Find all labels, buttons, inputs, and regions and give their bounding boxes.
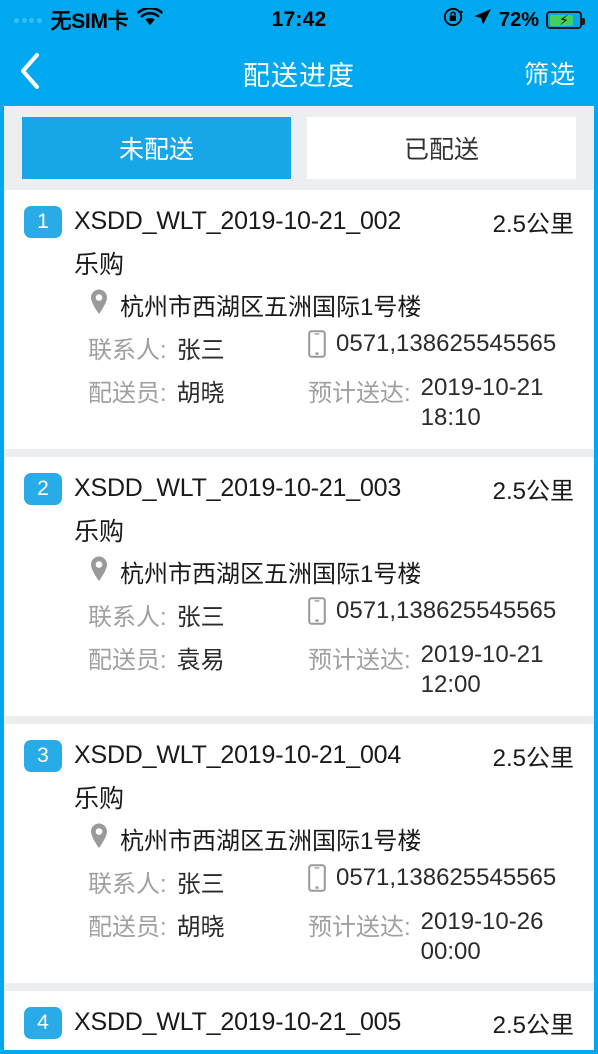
shop-name: 乐购 — [74, 785, 125, 813]
phone-field[interactable]: 0571,138625545565 — [308, 597, 574, 630]
order-distance: 2.5公里 — [492, 745, 574, 772]
order-card[interactable]: 4 XSDD_WLT_2019-10-21_005 2.5公里 乐购 杭州市西湖… — [4, 991, 594, 1050]
signal-dots-icon — [14, 17, 42, 23]
phone-field[interactable]: 0571,138625545565 — [308, 330, 574, 363]
order-index-badge: 3 — [24, 739, 62, 772]
courier-name: 袁易 — [176, 647, 225, 674]
eta-value: 2019-10-21 18:10 — [420, 374, 544, 431]
contact-label: 联系人: — [88, 604, 167, 631]
courier-field: 配送员: 胡晓 — [88, 907, 308, 942]
battery-percent-label: 72% — [498, 8, 539, 31]
order-index-badge: 2 — [24, 472, 62, 505]
shop-name: 乐购 — [74, 251, 125, 279]
address-row: 杭州市西湖区五洲国际1号楼 — [88, 821, 574, 856]
location-arrow-icon — [472, 7, 492, 33]
eta-field: 预计送达: 2019-10-21 18:10 — [308, 373, 574, 433]
order-address: 杭州市西湖区五洲国际1号楼 — [120, 294, 422, 321]
order-card[interactable]: 2 XSDD_WLT_2019-10-21_003 2.5公里 乐购 杭州市西湖… — [4, 457, 594, 716]
shop-name: 乐购 — [74, 518, 125, 546]
courier-row: 配送员: 胡晓 预计送达: 2019-10-26 00:00 — [88, 907, 574, 967]
tab-undelivered[interactable]: 未配送 — [22, 117, 291, 179]
order-number: XSDD_WLT_2019-10-21_002 — [74, 207, 402, 235]
courier-name: 胡晓 — [176, 914, 225, 941]
eta-label: 预计送达: — [308, 380, 411, 407]
mobile-phone-icon — [308, 864, 326, 897]
order-card-header: 4 XSDD_WLT_2019-10-21_005 2.5公里 — [24, 1005, 574, 1040]
order-distance: 2.5公里 — [492, 478, 574, 505]
order-address: 杭州市西湖区五洲国际1号楼 — [120, 828, 422, 855]
contact-field: 联系人: 张三 — [88, 864, 308, 899]
order-address: 杭州市西湖区五洲国际1号楼 — [120, 561, 422, 588]
page-title: 配送进度 — [243, 60, 355, 91]
order-card[interactable]: 3 XSDD_WLT_2019-10-21_004 2.5公里 乐购 杭州市西湖… — [4, 724, 594, 983]
order-number: XSDD_WLT_2019-10-21_004 — [74, 741, 402, 769]
status-bar-left: 无SIM卡 — [14, 5, 164, 35]
contact-field: 联系人: 张三 — [88, 597, 308, 632]
order-index-badge: 4 — [24, 1006, 62, 1039]
navigation-bar: 配送进度 筛选 — [0, 40, 598, 106]
order-card-header: 2 XSDD_WLT_2019-10-21_003 2.5公里 — [24, 471, 574, 506]
contact-label: 联系人: — [88, 871, 167, 898]
eta-field: 预计送达: 2019-10-26 00:00 — [308, 907, 574, 967]
order-number: XSDD_WLT_2019-10-21_005 — [74, 1008, 402, 1036]
courier-row: 配送员: 袁易 预计送达: 2019-10-21 12:00 — [88, 640, 574, 700]
contact-row: 联系人: 张三 0571,138625545565 — [88, 864, 574, 899]
order-list[interactable]: 1 XSDD_WLT_2019-10-21_002 2.5公里 乐购 杭州市西湖… — [4, 190, 594, 1050]
map-pin-icon — [88, 555, 110, 588]
courier-field: 配送员: 胡晓 — [88, 373, 308, 408]
contact-name: 张三 — [176, 604, 225, 631]
address-row: 杭州市西湖区五洲国际1号楼 — [88, 554, 574, 589]
shop-name: 乐购 — [74, 1046, 574, 1050]
order-index-badge: 1 — [24, 205, 62, 238]
courier-label: 配送员: — [88, 647, 167, 674]
contact-field: 联系人: 张三 — [88, 330, 308, 365]
courier-row: 配送员: 胡晓 预计送达: 2019-10-21 18:10 — [88, 373, 574, 433]
app-screen: 无SIM卡 17:42 72% ⚡ 配送进度 筛选 未配送 已配送 1 XSDD… — [0, 0, 598, 1054]
phone-field[interactable]: 0571,138625545565 — [308, 864, 574, 897]
rotation-lock-icon — [443, 6, 465, 34]
map-pin-icon — [88, 288, 110, 321]
contact-phone: 0571,138625545565 — [336, 597, 557, 624]
filter-button[interactable]: 筛选 — [524, 55, 576, 91]
mobile-phone-icon — [308, 597, 326, 630]
eta-value: 2019-10-26 00:00 — [420, 908, 544, 965]
order-card-header: 3 XSDD_WLT_2019-10-21_004 2.5公里 — [24, 738, 574, 773]
eta-field: 预计送达: 2019-10-21 12:00 — [308, 640, 574, 700]
order-number: XSDD_WLT_2019-10-21_003 — [74, 474, 402, 502]
mobile-phone-icon — [308, 330, 326, 363]
contact-phone: 0571,138625545565 — [336, 330, 557, 357]
tab-delivered[interactable]: 已配送 — [307, 117, 576, 179]
map-pin-icon — [88, 822, 110, 855]
courier-label: 配送员: — [88, 914, 167, 941]
contact-name: 张三 — [176, 871, 225, 898]
address-row: 杭州市西湖区五洲国际1号楼 — [88, 287, 574, 322]
battery-charging-icon: ⚡ — [546, 11, 585, 29]
wifi-icon — [137, 6, 164, 33]
order-card[interactable]: 1 XSDD_WLT_2019-10-21_002 2.5公里 乐购 杭州市西湖… — [4, 190, 594, 449]
eta-value: 2019-10-21 12:00 — [420, 641, 544, 698]
order-distance: 2.5公里 — [492, 1012, 574, 1039]
status-bar-right: 72% ⚡ — [443, 6, 585, 34]
eta-label: 预计送达: — [308, 647, 411, 674]
contact-row: 联系人: 张三 0571,138625545565 — [88, 330, 574, 365]
courier-label: 配送员: — [88, 380, 167, 407]
contact-name: 张三 — [176, 337, 225, 364]
status-bar: 无SIM卡 17:42 72% ⚡ — [0, 0, 598, 40]
chevron-left-icon — [18, 51, 42, 96]
courier-name: 胡晓 — [176, 380, 225, 407]
content-area: 未配送 已配送 1 XSDD_WLT_2019-10-21_002 2.5公里 … — [4, 106, 594, 1050]
back-button[interactable] — [18, 51, 58, 95]
contact-label: 联系人: — [88, 337, 167, 364]
courier-field: 配送员: 袁易 — [88, 640, 308, 675]
order-card-header: 1 XSDD_WLT_2019-10-21_002 2.5公里 — [24, 204, 574, 239]
eta-label: 预计送达: — [308, 914, 411, 941]
contact-phone: 0571,138625545565 — [336, 864, 557, 891]
tab-bar: 未配送 已配送 — [4, 106, 594, 190]
contact-row: 联系人: 张三 0571,138625545565 — [88, 597, 574, 632]
order-distance: 2.5公里 — [492, 211, 574, 238]
carrier-label: 无SIM卡 — [50, 10, 129, 33]
